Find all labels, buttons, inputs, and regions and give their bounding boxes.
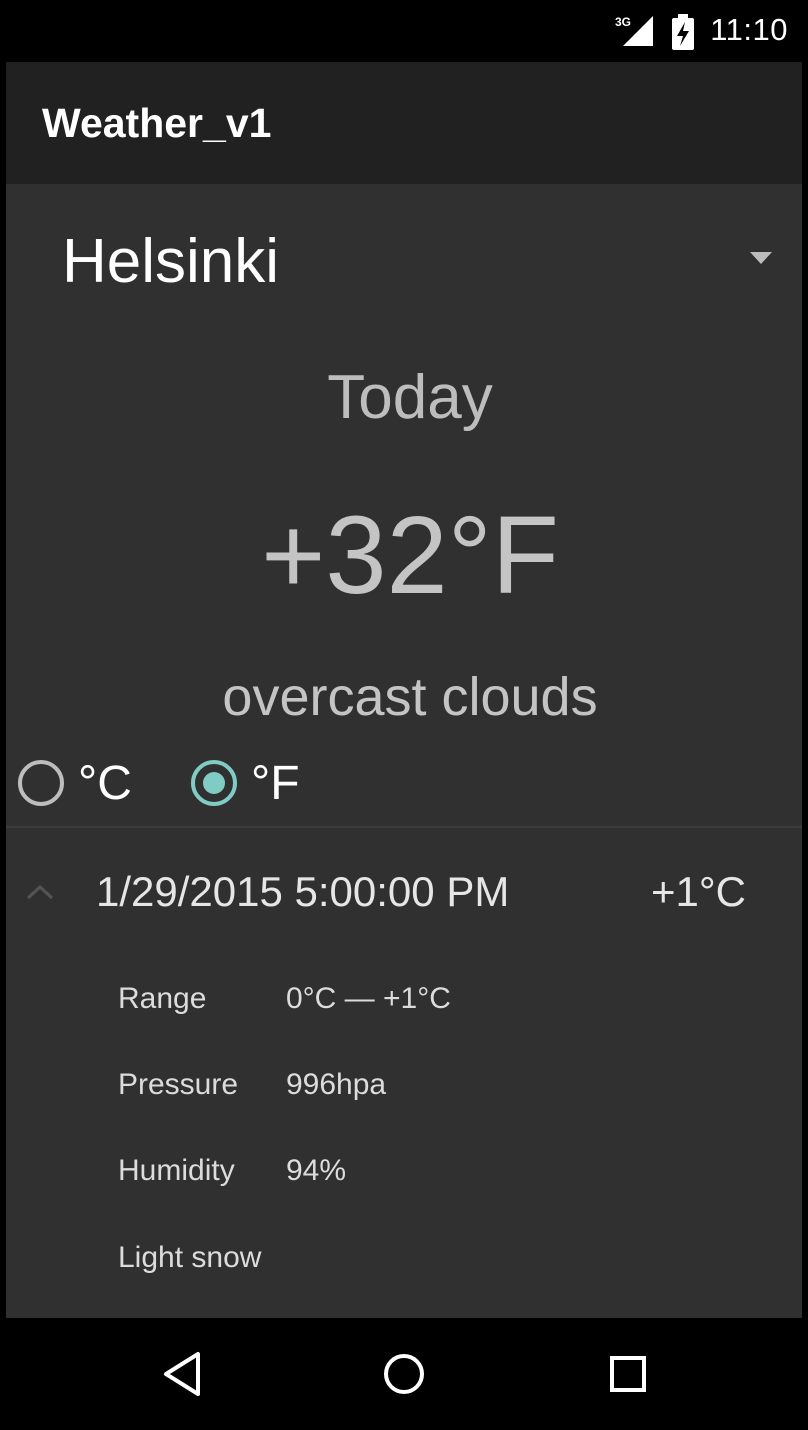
clock: 11:10 [710,12,788,47]
range-label: Range [118,982,207,1015]
weather-condition: overcast clouds [222,667,598,727]
back-icon[interactable] [158,1348,210,1400]
detail-row-humidity: Humidity 94% [6,1148,802,1198]
dropdown-arrow-icon [750,252,772,264]
pressure-label: Pressure [118,1068,239,1101]
range-value: 0°C — +1°C [286,982,451,1015]
humidity-value: 94% [286,1154,347,1187]
city-spinner[interactable]: Helsinki [6,212,802,322]
forecast-datetime: 1/29/2015 5:00:00 PM [96,868,510,915]
detail-row-range: Range 0°C — +1°C [6,976,802,1026]
humidity-label: Humidity [118,1154,235,1187]
celsius-radio-label: °C [78,756,132,810]
app-window: Weather_v1 Helsinki Today +32°F overcast… [6,62,802,1318]
chevron-up-icon [26,884,54,900]
battery-charging-icon [672,14,694,50]
home-icon[interactable] [378,1348,430,1400]
fahrenheit-radio-label: °F [251,756,300,810]
day-label: Today [327,363,493,432]
signal-icon: 3G [615,15,653,46]
action-bar: Weather_v1 [6,62,802,184]
navigation-bar [0,1318,808,1430]
celsius-radio[interactable]: °C [18,752,132,814]
unit-radio-group: °C °F [6,752,802,814]
forecast-temperature: +1°C [650,868,746,915]
current-temperature: +32°F [261,494,559,617]
radio-checked-icon [191,760,237,806]
recents-icon[interactable] [602,1348,654,1400]
radio-unchecked-icon [18,760,64,806]
forecast-description: Light snow [118,1241,262,1274]
network-type-label: 3G [615,15,631,29]
city-spinner-value: Helsinki [62,227,280,296]
app-title: Weather_v1 [42,100,272,146]
detail-row-pressure: Pressure 996hpa [6,1062,802,1112]
divider [6,826,802,828]
detail-row-description: Light snow [6,1235,802,1285]
forecast-list-item-header[interactable]: 1/29/2015 5:00:00 PM +1°C [6,862,802,926]
fahrenheit-radio[interactable]: °F [191,752,300,814]
pressure-value: 996hpa [286,1068,387,1101]
status-bar: 3G 11:10 [0,0,808,62]
